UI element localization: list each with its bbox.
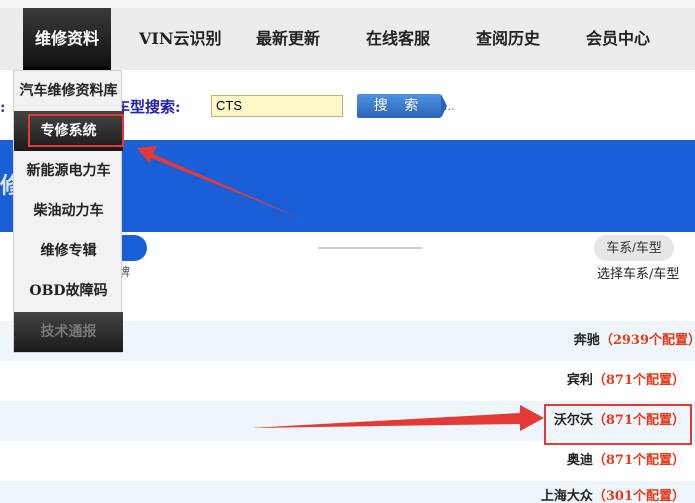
dropdown-item-album[interactable]: 维修专辑 xyxy=(14,231,123,271)
brand-name: 上海大众 xyxy=(540,489,593,503)
step-series-caption: 选择车系/车型 xyxy=(597,267,680,282)
brand-count: （2939个配置） xyxy=(599,333,695,348)
highlight-box-volvo xyxy=(544,404,692,445)
repair-data-dropdown: 汽车维修资料库 专修系统 新能源电力车 柴油动力车 维修专辑 OBD故障码 技术… xyxy=(13,70,123,353)
brand-row[interactable]: 奥迪（871个配置） xyxy=(0,441,695,481)
brand-name: 奥迪 xyxy=(566,453,593,468)
search-more: ... xyxy=(444,100,455,113)
search-button[interactable]: 搜 索 xyxy=(357,94,447,118)
dropdown-item-ev[interactable]: 新能源电力车 xyxy=(14,151,123,191)
search-input[interactable]: CTS xyxy=(211,95,343,117)
search-label: 车型搜索: xyxy=(115,98,181,116)
step-series-pill[interactable]: 车系/车型 xyxy=(594,235,674,261)
dropdown-item-diesel[interactable]: 柴油动力车 xyxy=(14,191,123,231)
brand-row[interactable]: 宾利（871个配置） xyxy=(0,361,695,401)
dropdown-item-repair-library[interactable]: 汽车维修资料库 xyxy=(14,71,123,111)
step-divider xyxy=(318,247,422,249)
dropdown-item-obd[interactable]: OBD故障码 xyxy=(14,271,123,311)
top-nav: 维修资料 VIN云识别 最新更新 在线客服 查阅历史 会员中心 xyxy=(0,0,695,70)
nav-item-history[interactable]: 查阅历史 xyxy=(476,8,540,70)
nav-item-support[interactable]: 在线客服 xyxy=(366,8,430,70)
brand-name: 宾利 xyxy=(566,373,593,388)
nav-item-member[interactable]: 会员中心 xyxy=(586,8,650,70)
nav-item-repair-data[interactable]: 维修资料 xyxy=(23,8,111,70)
nav-item-latest[interactable]: 最新更新 xyxy=(256,8,320,70)
highlight-box-specialist xyxy=(28,114,124,147)
brand-name: 奔驰 xyxy=(573,333,600,348)
brand-count: （301个配置） xyxy=(592,489,685,503)
brand-count: （871个配置） xyxy=(592,373,685,388)
dropdown-item-bulletin[interactable]: 技术通报 xyxy=(14,312,123,352)
brand-count: （871个配置） xyxy=(592,453,685,468)
nav-item-vin[interactable]: VIN云识别 xyxy=(139,8,222,70)
brand-row[interactable]: 上海大众（301个配置） xyxy=(0,481,695,503)
